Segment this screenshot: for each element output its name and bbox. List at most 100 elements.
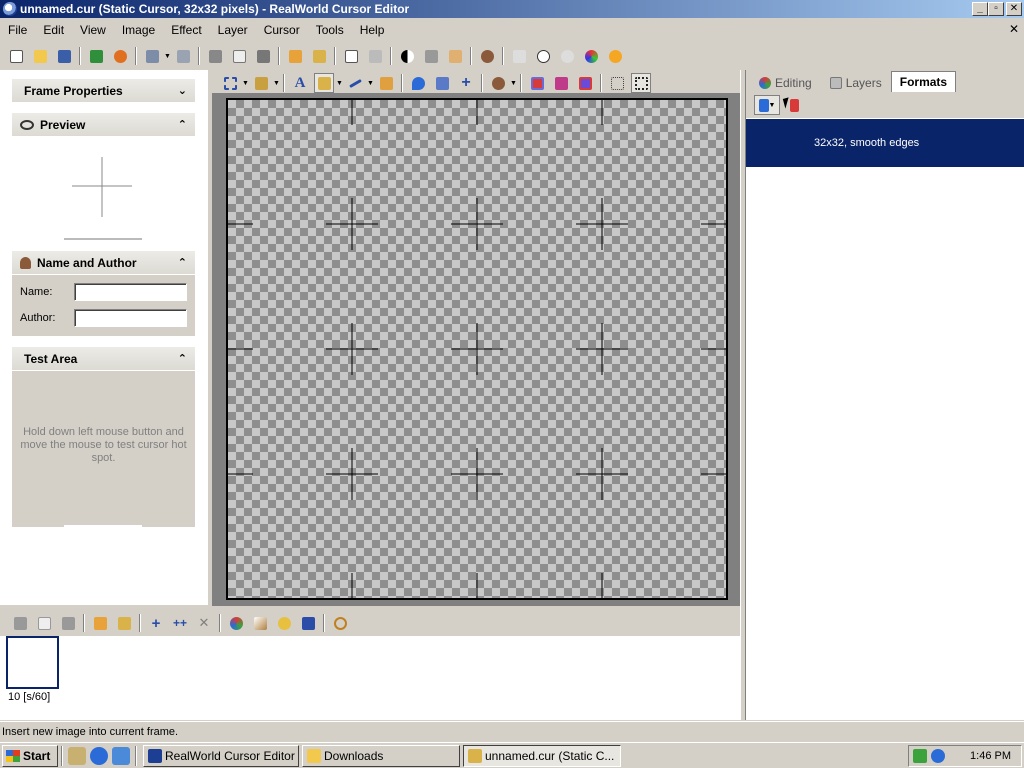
document-close-button[interactable]: ✕ (1006, 22, 1022, 37)
busy-cursor-button[interactable] (533, 46, 553, 66)
pencil-tool[interactable] (314, 73, 334, 93)
merge-mode-button[interactable] (527, 73, 547, 93)
frame-order-button[interactable] (298, 613, 318, 633)
frame-duplicate-button[interactable] (90, 613, 110, 633)
brush-tool[interactable] (251, 73, 271, 93)
pencil-dropdown[interactable]: ▼ (336, 73, 343, 93)
outline-button[interactable] (445, 46, 465, 66)
network-icon[interactable] (913, 749, 927, 763)
add-format-button[interactable]: ▼ (754, 95, 780, 115)
frame-properties-header[interactable]: Frame Properties ⌄ (12, 79, 195, 103)
stamp-dropdown[interactable]: ▼ (510, 73, 517, 93)
name-input[interactable] (74, 283, 187, 301)
blend-mode-button[interactable] (551, 73, 571, 93)
redo-button[interactable] (173, 46, 193, 66)
flip-button[interactable] (365, 46, 385, 66)
paste-into-button[interactable] (309, 46, 329, 66)
expand-chevron-icon[interactable]: ⌄ (178, 84, 187, 97)
clock[interactable]: 1:46 PM (970, 750, 1011, 762)
menu-effect[interactable]: Effect (163, 23, 209, 37)
retouch-tool[interactable] (408, 73, 428, 93)
frame-effects-button[interactable] (226, 613, 246, 633)
menu-image[interactable]: Image (114, 23, 163, 37)
menu-help[interactable]: Help (352, 23, 393, 37)
selection-tool[interactable] (220, 73, 240, 93)
frame-insert-button[interactable] (114, 613, 134, 633)
frame-thumbnail[interactable] (6, 636, 59, 689)
undo-button[interactable] (142, 46, 162, 66)
stamp-tool[interactable] (488, 73, 508, 93)
name-author-header[interactable]: Name and Author ⌃ (12, 251, 195, 275)
menu-file[interactable]: File (0, 23, 35, 37)
format-item[interactable]: 32x32, smooth edges (746, 119, 1024, 167)
grid-toggle[interactable] (607, 73, 627, 93)
frame-sun-button[interactable] (274, 613, 294, 633)
overlay-mode-button[interactable] (575, 73, 595, 93)
frame-cut-button[interactable] (10, 613, 30, 633)
add-frame-button[interactable]: + (146, 613, 166, 633)
tab-formats[interactable]: Formats (890, 71, 957, 92)
test-area-header[interactable]: Test Area ⌃ (12, 347, 195, 371)
menu-cursor[interactable]: Cursor (256, 23, 308, 37)
show-desktop-icon[interactable] (68, 746, 86, 765)
drawing-canvas[interactable] (226, 98, 728, 600)
menu-layer[interactable]: Layer (210, 23, 256, 37)
eyedropper-tool[interactable] (432, 73, 452, 93)
test-area[interactable]: Hold down left mouse button and move the… (12, 371, 195, 527)
resize-grip[interactable] (64, 525, 142, 527)
hotspot-tool[interactable]: + (456, 73, 476, 93)
cut-button[interactable] (205, 46, 225, 66)
maximize-button[interactable]: ▫ (988, 2, 1004, 16)
wait-cursor-button[interactable] (557, 46, 577, 66)
tab-editing[interactable]: Editing (750, 73, 821, 92)
fill-tool[interactable] (376, 73, 396, 93)
open-button[interactable] (30, 46, 50, 66)
collapse-chevron-icon[interactable]: ⌃ (178, 352, 187, 365)
capture-button[interactable] (86, 46, 106, 66)
selection-dropdown[interactable]: ▼ (242, 73, 249, 93)
task-downloads[interactable]: Downloads (302, 744, 460, 767)
brush-dropdown[interactable]: ▼ (273, 73, 280, 93)
copy-button[interactable] (229, 46, 249, 66)
menu-edit[interactable]: Edit (35, 23, 72, 37)
line-tool[interactable] (345, 73, 365, 93)
broadcast-button[interactable] (110, 46, 130, 66)
undo-dropdown[interactable]: ▼ (164, 46, 171, 66)
app-icon[interactable] (3, 2, 17, 16)
start-button[interactable]: Start (2, 744, 58, 767)
collapse-chevron-icon[interactable]: ⌃ (178, 118, 187, 131)
frame-refresh-button[interactable] (330, 613, 350, 633)
palette-button[interactable] (581, 46, 601, 66)
collapse-chevron-icon[interactable]: ⌃ (178, 256, 187, 269)
globe-icon[interactable] (931, 749, 945, 763)
delete-frame-button[interactable]: ✕ (194, 613, 214, 633)
rotate-button[interactable] (341, 46, 361, 66)
adjust-button[interactable] (397, 46, 417, 66)
pixel-grid-toggle[interactable] (631, 73, 651, 93)
outlook-icon[interactable] (112, 746, 130, 765)
fire-button[interactable] (605, 46, 625, 66)
menu-tools[interactable]: Tools (308, 23, 352, 37)
new-file-button[interactable] (6, 46, 26, 66)
close-button[interactable]: ✕ (1006, 2, 1022, 16)
task-unnamed-cur[interactable]: unnamed.cur (Static C... (463, 744, 621, 767)
frame-paste-button[interactable] (58, 613, 78, 633)
task-cursor-editor[interactable]: RealWorld Cursor Editor -... (143, 744, 299, 767)
drop-shadow-button[interactable] (421, 46, 441, 66)
menu-view[interactable]: View (72, 23, 114, 37)
author-input[interactable] (74, 309, 187, 327)
minimize-button[interactable]: _ (972, 2, 988, 16)
text-tool[interactable]: A (290, 73, 310, 93)
frame-copy-button[interactable] (34, 613, 54, 633)
arrow-cursor-button[interactable] (509, 46, 529, 66)
user-button[interactable] (477, 46, 497, 66)
paste-button[interactable] (253, 46, 273, 66)
preview-header[interactable]: Preview ⌃ (12, 113, 195, 137)
line-dropdown[interactable]: ▼ (367, 73, 374, 93)
add-frames-button[interactable]: ++ (170, 613, 190, 633)
save-button[interactable] (54, 46, 74, 66)
internet-explorer-icon[interactable] (90, 746, 108, 765)
tab-layers[interactable]: Layers (821, 73, 891, 92)
frame-gradient-button[interactable] (250, 613, 270, 633)
duplicate-button[interactable] (285, 46, 305, 66)
